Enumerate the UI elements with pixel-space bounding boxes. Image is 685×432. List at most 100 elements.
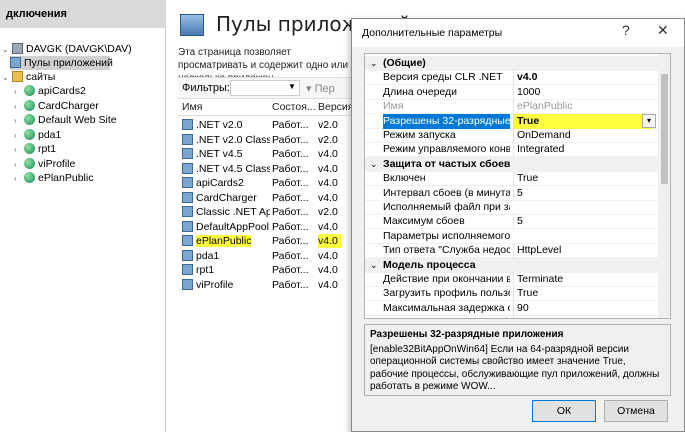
table-row[interactable]: apiCards2 Работ... v4.0 [178, 176, 358, 190]
expand-icon[interactable]: › [14, 100, 24, 114]
tree-item-site[interactable]: › pda1 [14, 128, 61, 142]
collapse-icon[interactable]: ⌄ [370, 157, 378, 172]
filter-go-button[interactable]: ▾ Пер [306, 82, 335, 95]
property-row[interactable]: Максимальное число рабочих1 [365, 315, 658, 318]
property-value[interactable]: 5 [513, 185, 653, 201]
pool-version: v2.0 [318, 206, 338, 218]
expand-icon[interactable]: › [14, 158, 24, 172]
expand-icon[interactable]: › [14, 129, 24, 143]
pool-status: Работ... [272, 206, 309, 218]
property-category[interactable]: ⌄ Защита от частых сбоев [365, 156, 658, 172]
property-value[interactable]: 90 [513, 300, 653, 316]
table-row[interactable]: .NET v2.0 Работ... v2.0 [178, 118, 358, 132]
property-row[interactable]: Имя ePlanPublic [365, 99, 658, 115]
collapse-icon[interactable]: ⌄ [2, 43, 12, 57]
cancel-button[interactable]: Отмена [604, 400, 668, 422]
property-value[interactable]: True [513, 113, 653, 129]
table-row[interactable]: viProfile Работ... v4.0 [178, 278, 358, 292]
app-pool-icon [182, 177, 193, 188]
scrollbar-thumb[interactable] [661, 74, 668, 184]
ok-button[interactable]: ОК [532, 400, 596, 422]
pool-version: v2.0 [318, 119, 338, 131]
table-row[interactable]: .NET v2.0 ClassicРабот... v2.0 [178, 133, 358, 147]
expand-icon[interactable]: › [14, 172, 24, 186]
app-pool-icon [182, 133, 193, 145]
column-header-version[interactable]: Версия [318, 101, 353, 113]
tree-item-site[interactable]: › ePlanPublic [14, 171, 93, 185]
category-name: (Общие) [383, 57, 426, 69]
globe-icon [24, 128, 35, 140]
property-value[interactable]: v4.0 [513, 70, 653, 86]
property-description: Разрешены 32-разрядные приложения [enabl… [364, 324, 671, 396]
tree-item-sites[interactable]: ⌄ сайты [2, 70, 55, 84]
property-value[interactable]: True [513, 171, 653, 187]
table-row[interactable]: pda1 Работ... v4.0 [178, 249, 358, 263]
expand-icon[interactable]: › [14, 85, 24, 99]
tree-item-app-pools[interactable]: Пулы приложений [10, 56, 113, 70]
property-row[interactable]: Параметры исполняемого фай [365, 229, 658, 244]
pool-name: .NET v2.0 [196, 119, 243, 131]
property-value[interactable]: 1 [513, 315, 653, 318]
property-row[interactable]: Загрузить профиль пользоватеTrue [365, 286, 658, 302]
property-value[interactable]: Terminate [513, 272, 653, 287]
property-row[interactable]: Действие при окончании времTerminate [365, 272, 658, 287]
property-name: Разрешены 32-разрядные при [383, 113, 510, 129]
property-row[interactable]: Интервал сбоев (в минутах) 5 [365, 185, 658, 201]
property-grid[interactable]: ⌄ (Общие) Версия среды CLR .NET v4.0 Длина о… [364, 53, 671, 319]
tree-item-site[interactable]: › apiCards2 [14, 84, 86, 98]
property-category[interactable]: ⌄ (Общие) [365, 56, 658, 71]
property-value[interactable]: 1000 [513, 84, 653, 100]
table-row[interactable]: ePlanPublic Работ... v4.0 [178, 234, 358, 248]
property-row[interactable]: Режим управляемого конвейеIntegrated [365, 142, 658, 158]
expand-icon[interactable]: › [14, 143, 24, 157]
property-row[interactable]: Максимальная задержка откли90 [365, 300, 658, 316]
table-row[interactable]: rpt1 Работ... v4.0 [178, 263, 358, 277]
tree-item-site[interactable]: › Default Web Site [14, 113, 117, 127]
tree-item-server[interactable]: ⌄ DAVGK (DAVGK\DAV) [2, 42, 132, 56]
value-dropdown-button[interactable]: ▾ [642, 114, 656, 128]
tree-item-site[interactable]: › viProfile [14, 157, 75, 171]
close-button[interactable]: ✕ [657, 22, 669, 39]
table-row[interactable]: DefaultAppPool Работ... v4.0 [178, 220, 358, 234]
property-value[interactable]: OnDemand [513, 128, 653, 143]
expand-icon[interactable]: › [14, 114, 24, 128]
column-header-status[interactable]: Состоя... [272, 101, 316, 113]
dropdown-icon[interactable]: ▼ [288, 82, 296, 91]
property-row[interactable]: Разрешены 32-разрядные приTrue [365, 113, 658, 129]
table-row[interactable]: Classic .NET Ap...Работ... v2.0 [178, 205, 358, 219]
pool-version: v4.0 [318, 249, 338, 262]
property-value[interactable]: 5 [513, 214, 653, 230]
collapse-icon[interactable]: ⌄ [370, 258, 378, 273]
property-value[interactable]: ePlanPublic [513, 99, 653, 115]
table-row[interactable]: .NET v4.5 ClassicРабот... v4.0 [178, 162, 358, 176]
property-row[interactable]: Исполняемый файл при завер [365, 200, 658, 215]
property-row[interactable]: Включен True [365, 171, 658, 187]
property-row[interactable]: Максимум сбоев 5 [365, 214, 658, 230]
pool-version: v4.0 [318, 177, 338, 189]
app-pool-icon [182, 235, 193, 246]
globe-icon [24, 157, 35, 169]
app-pool-icon [10, 57, 21, 68]
property-row[interactable]: Тип ответа "Служба недоступнHttpLevel [365, 243, 658, 259]
property-value[interactable]: HttpLevel [513, 243, 653, 259]
pool-name: rpt1 [196, 264, 215, 276]
property-row[interactable]: Режим запуска OnDemand [365, 128, 658, 143]
property-name: Действие при окончании врем [383, 273, 510, 285]
property-row[interactable]: Версия среды CLR .NET v4.0 [365, 70, 658, 86]
property-category[interactable]: ⌄ Модель процесса [365, 257, 658, 273]
table-row[interactable]: CardCharger Работ... v4.0 [178, 191, 358, 205]
table-row[interactable]: .NET v4.5 Работ... v4.0 [178, 147, 358, 161]
property-value[interactable]: True [513, 286, 653, 302]
property-value[interactable]: Integrated [513, 142, 653, 158]
collapse-icon[interactable]: ⌄ [2, 71, 12, 85]
pool-status: Работ... [272, 249, 309, 262]
tree-item-site[interactable]: › CardCharger [14, 99, 99, 113]
pool-version: v4.0 [318, 220, 338, 233]
help-button[interactable]: ? [622, 22, 630, 38]
collapse-icon[interactable]: ⌄ [370, 56, 378, 71]
pool-status: Работ... [272, 278, 309, 291]
column-header-name[interactable]: Имя [182, 101, 202, 113]
tree-item-site[interactable]: › rpt1 [14, 142, 56, 156]
property-row[interactable]: Длина очереди 1000 [365, 84, 658, 100]
property-name: Максимальное число рабочих [383, 315, 510, 318]
